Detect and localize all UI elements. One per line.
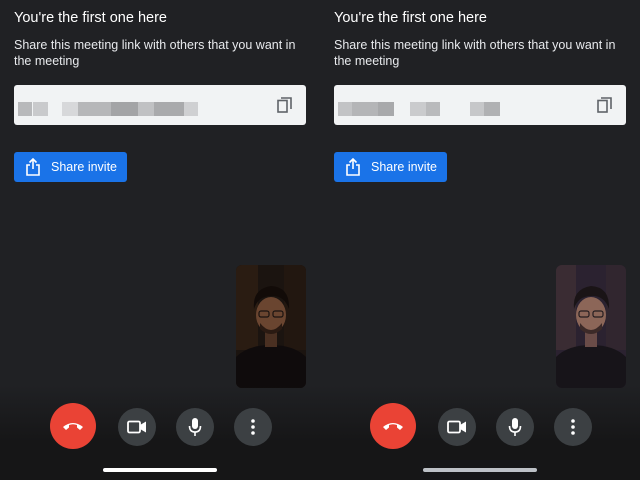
meeting-screen-left: You're the first one here Share this mee…	[0, 0, 320, 480]
redacted-link-segment	[352, 102, 378, 116]
share-invite-label: Share invite	[51, 160, 118, 174]
microphone-toggle-button[interactable]	[496, 408, 534, 446]
page-title: You're the first one here	[14, 10, 167, 26]
home-indicator[interactable]	[423, 468, 537, 472]
end-call-button[interactable]	[50, 403, 96, 449]
redacted-link-segment	[18, 102, 32, 116]
more-options-icon	[251, 419, 255, 435]
redacted-link-segment	[378, 102, 394, 116]
share-invite-button[interactable]: Share invite	[14, 152, 127, 182]
redacted-link-segment	[62, 102, 78, 116]
share-icon	[26, 158, 40, 176]
redacted-link-segment	[426, 102, 440, 116]
page-title: You're the first one here	[334, 10, 487, 26]
microphone-icon	[508, 418, 522, 436]
meeting-screen-right: You're the first one here Share this mee…	[320, 0, 640, 480]
controls-backdrop	[0, 385, 320, 480]
share-instructions: Share this meeting link with others that…	[334, 38, 616, 68]
more-options-button[interactable]	[234, 408, 272, 446]
meeting-link-field[interactable]	[14, 85, 306, 125]
redacted-link-segment	[484, 102, 500, 116]
home-indicator[interactable]	[103, 468, 217, 472]
camera-icon	[127, 420, 146, 434]
redacted-link-segment	[78, 102, 111, 116]
share-instructions: Share this meeting link with others that…	[14, 38, 296, 68]
redacted-link-segment	[154, 102, 184, 116]
self-video-image	[236, 265, 306, 388]
end-call-icon	[63, 423, 83, 430]
meeting-link-field[interactable]	[334, 85, 626, 125]
self-video-preview[interactable]	[236, 265, 306, 388]
end-call-icon	[383, 423, 403, 430]
redacted-link-segment	[410, 102, 426, 116]
microphone-toggle-button[interactable]	[176, 408, 214, 446]
copy-icon[interactable]	[276, 96, 294, 114]
redacted-link-segment	[33, 102, 48, 116]
share-icon	[346, 158, 360, 176]
camera-toggle-button[interactable]	[118, 408, 156, 446]
redacted-link-segment	[138, 102, 154, 116]
share-invite-label: Share invite	[371, 160, 438, 174]
controls-backdrop	[320, 385, 640, 480]
camera-toggle-button[interactable]	[438, 408, 476, 446]
redacted-link-segment	[338, 102, 352, 116]
camera-icon	[447, 420, 466, 434]
self-video-image	[556, 265, 626, 388]
microphone-icon	[188, 418, 202, 436]
more-options-icon	[571, 419, 575, 435]
redacted-link-segment	[470, 102, 484, 116]
redacted-link-segment	[111, 102, 138, 116]
self-video-preview[interactable]	[556, 265, 626, 388]
more-options-button[interactable]	[554, 408, 592, 446]
redacted-link-segment	[184, 102, 198, 116]
end-call-button[interactable]	[370, 403, 416, 449]
copy-icon[interactable]	[596, 96, 614, 114]
share-invite-button[interactable]: Share invite	[334, 152, 447, 182]
